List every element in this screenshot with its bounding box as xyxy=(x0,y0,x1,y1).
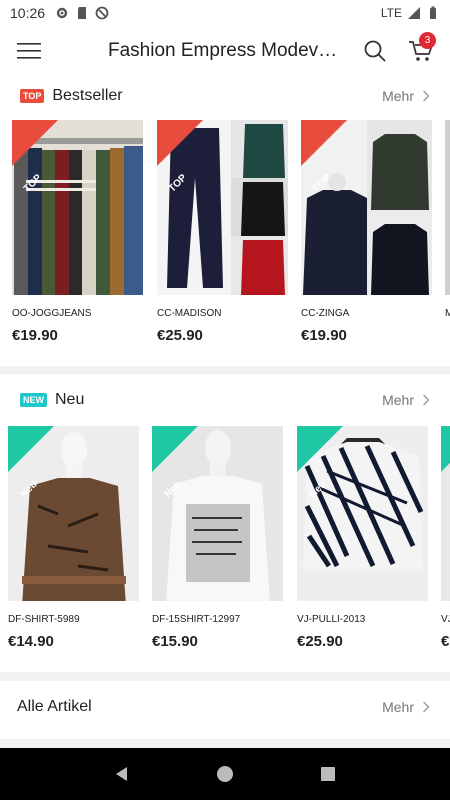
section-header: Alle Artikel Mehr xyxy=(0,681,450,733)
product-row: TOP OO-JOGGJEANS €19.90 TOP CC-MADISON €… xyxy=(0,116,450,366)
top-ribbon: TOP xyxy=(12,120,58,195)
product-name: VJ xyxy=(441,614,450,625)
section-header: TOP Bestseller Mehr xyxy=(0,76,450,116)
cart-count-badge: 3 xyxy=(419,32,436,49)
top-ribbon: TOP xyxy=(157,120,203,195)
section-new: NEW Neu Mehr Neu DF-SHIRT-5989 €14.90 Ne… xyxy=(0,374,450,672)
product-price: €19.90 xyxy=(12,327,58,344)
more-label: Mehr xyxy=(382,699,414,715)
product-price: €25.90 xyxy=(297,633,343,650)
status-right: LTE xyxy=(381,6,440,20)
more-link[interactable]: Mehr xyxy=(382,699,430,715)
product-card[interactable]: Neu VJ-PULLI-2013 €25.90 xyxy=(297,426,428,650)
new-ribbon xyxy=(441,426,450,472)
product-card[interactable]: Neu DF-SHIRT-5989 €14.90 xyxy=(8,426,139,650)
search-icon xyxy=(364,40,386,62)
product-card[interactable]: TOP CC-ZINGA €19.90 xyxy=(301,120,432,344)
product-name: DF-15SHIRT-12997 xyxy=(152,614,241,625)
section-header: NEW Neu Mehr xyxy=(0,374,450,426)
product-price: €15.90 xyxy=(152,633,198,650)
product-card[interactable]: Neu DF-15SHIRT-12997 €15.90 xyxy=(152,426,283,650)
product-price: €25.90 xyxy=(157,327,203,344)
product-image[interactable]: Neu xyxy=(8,426,139,601)
chevron-right-icon xyxy=(423,90,430,102)
new-ribbon: Neu xyxy=(8,426,54,500)
more-label: Mehr xyxy=(382,392,414,408)
chevron-right-icon xyxy=(423,701,430,713)
section-title: Bestseller xyxy=(52,87,123,104)
chevron-right-icon xyxy=(423,394,430,406)
product-name: DF-SHIRT-5989 xyxy=(8,614,80,625)
new-ribbon: Neu xyxy=(297,426,343,500)
status-time: 10:26 xyxy=(10,5,46,21)
home-icon[interactable] xyxy=(216,765,234,783)
signal-icon xyxy=(408,7,420,19)
recents-icon[interactable] xyxy=(319,765,337,783)
new-badge: NEW xyxy=(20,393,47,407)
blocked-icon xyxy=(95,6,109,20)
top-badge: TOP xyxy=(20,89,45,103)
top-ribbon: TOP xyxy=(301,120,347,195)
search-button[interactable] xyxy=(352,26,398,76)
product-image[interactable]: Neu xyxy=(297,426,428,601)
section-bestseller: TOP Bestseller Mehr TOP OO-JOGGJEANS €19… xyxy=(0,76,450,366)
settings-icon xyxy=(56,7,68,19)
product-price: €14.90 xyxy=(8,633,54,650)
status-bar: 10:26 LTE xyxy=(0,0,450,26)
product-price: € xyxy=(441,633,450,650)
section-title: Alle Artikel xyxy=(17,698,92,715)
menu-button[interactable] xyxy=(0,26,58,76)
new-ribbon: Neu xyxy=(152,426,198,500)
network-type: LTE xyxy=(380,6,402,20)
product-image[interactable]: TOP xyxy=(12,120,143,295)
hamburger-icon xyxy=(17,43,41,59)
product-image[interactable] xyxy=(441,426,450,601)
product-image[interactable]: TOP xyxy=(157,120,288,295)
product-image[interactable] xyxy=(445,120,450,295)
product-name: CC-ZINGA xyxy=(301,308,350,319)
more-label: Mehr xyxy=(382,88,414,104)
system-nav-bar xyxy=(0,748,450,800)
section-title: Neu xyxy=(55,391,85,408)
back-icon[interactable] xyxy=(113,765,131,783)
product-card[interactable]: TOP OO-JOGGJEANS €19.90 xyxy=(12,120,143,344)
battery-icon xyxy=(430,6,436,19)
product-image[interactable]: TOP xyxy=(301,120,432,295)
app-title: Fashion Empress Modever… xyxy=(108,40,352,61)
app-header: Fashion Empress Modever… 3 xyxy=(0,26,450,76)
product-row: Neu DF-SHIRT-5989 €14.90 Neu DF-15SHIRT-… xyxy=(0,426,450,676)
product-card[interactable]: TOP CC-MADISON €25.90 xyxy=(157,120,288,344)
sd-card-icon xyxy=(78,7,87,19)
product-name: OO-JOGGJEANS xyxy=(12,308,92,319)
product-image[interactable]: Neu xyxy=(152,426,283,601)
product-name: M xyxy=(445,308,450,319)
product-card[interactable]: M xyxy=(445,120,450,327)
product-name: CC-MADISON xyxy=(157,308,222,319)
more-link[interactable]: Mehr xyxy=(382,88,430,104)
more-link[interactable]: Mehr xyxy=(382,392,430,408)
product-card[interactable]: VJ € xyxy=(441,426,450,650)
section-all-articles[interactable]: Alle Artikel Mehr xyxy=(0,681,450,739)
product-price: €19.90 xyxy=(301,327,347,344)
product-name: VJ-PULLI-2013 xyxy=(297,614,366,625)
status-notification-icons xyxy=(55,6,109,20)
cart-button[interactable]: 3 xyxy=(398,26,444,76)
